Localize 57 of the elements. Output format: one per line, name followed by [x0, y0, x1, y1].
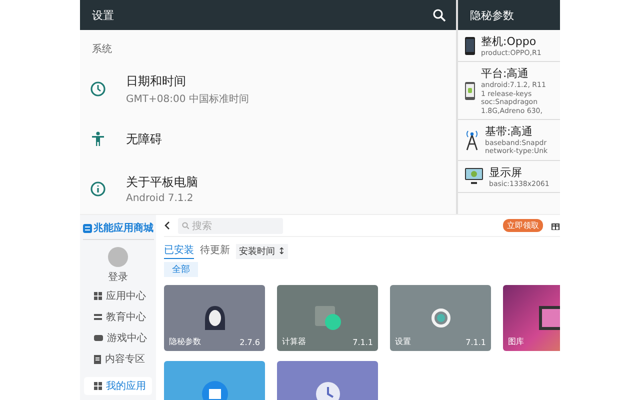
param-title: 显示屏 — [489, 164, 523, 180]
info-icon — [90, 181, 106, 197]
search-icon[interactable] — [433, 8, 446, 22]
grid-icon — [94, 382, 102, 390]
nav-item[interactable]: 应用中心 — [84, 287, 152, 305]
sort-dropdown[interactable]: 安装时间 ↕ — [236, 244, 288, 258]
store-logo-icon — [82, 224, 92, 232]
app-card[interactable]: 计算器 7.1.1 — [277, 285, 378, 351]
tab[interactable]: 已安装 — [164, 243, 194, 259]
setting-title[interactable]: 关于平板电脑 — [126, 174, 198, 191]
app-version: 7.1.1 — [466, 338, 486, 347]
person-icon — [90, 131, 106, 147]
param-title: 基带:高通 — [485, 124, 534, 139]
nav-item[interactable]: 我的应用 — [84, 377, 152, 395]
search-icon — [182, 222, 189, 229]
grid-icon — [94, 292, 102, 300]
nav-item[interactable]: 教育中心 — [84, 308, 152, 326]
param-title: 整机:Oppo — [481, 34, 538, 49]
app-card[interactable]: 图库 — [503, 285, 560, 351]
monitor-icon — [464, 167, 484, 186]
setting-summary: Android 7.1.2 — [126, 193, 194, 204]
app-name: 设置 — [395, 336, 411, 347]
setting-title[interactable]: 日期和时间 — [126, 72, 249, 90]
setting-summary: GMT+08:00 中国标准时间 — [126, 92, 249, 106]
app-name: 计算器 — [282, 336, 306, 347]
nav-item[interactable]: 内容专区 — [84, 350, 152, 368]
document-icon — [94, 354, 101, 364]
back-icon[interactable] — [164, 221, 170, 230]
book-icon — [94, 313, 102, 321]
app-name: 隐秘参数 — [169, 336, 201, 347]
param-title: 平台:高通 — [481, 66, 530, 82]
phone-icon — [464, 36, 476, 56]
clock-icon — [314, 381, 340, 400]
app-bar-title: 隐秘参数 — [470, 8, 514, 22]
gift-icon[interactable] — [551, 221, 560, 230]
setting-title[interactable]: 无障碍 — [126, 130, 162, 148]
android-phone-icon — [464, 80, 476, 101]
folder-icon — [202, 381, 228, 400]
tab[interactable]: 待更新 — [200, 243, 230, 259]
nav-item[interactable]: 游戏中心 — [84, 329, 152, 347]
app-card[interactable]: 设置 7.1.1 — [390, 285, 491, 351]
filter-chip[interactable]: 全部 — [164, 262, 198, 277]
app-name: 图库 — [508, 336, 524, 347]
gamepad-icon — [94, 335, 103, 341]
store-name: 兆能应用商城 — [94, 221, 154, 235]
app-version: 7.1.1 — [352, 338, 373, 347]
antenna-icon — [464, 128, 480, 151]
picture-frame-icon — [538, 306, 560, 330]
promo-badge[interactable]: 立即领取 — [503, 219, 543, 232]
clock-icon — [90, 81, 106, 97]
app-card[interactable]: 隐秘参数 2.7.6 — [164, 285, 265, 351]
calculator-icon — [312, 304, 342, 332]
app-bar-title: 设置 — [92, 8, 114, 22]
ring-icon — [428, 306, 452, 330]
app-version: 2.7.6 — [240, 338, 260, 347]
section-header: 系统 — [91, 42, 113, 57]
login-link[interactable]: 登录 — [108, 270, 128, 284]
